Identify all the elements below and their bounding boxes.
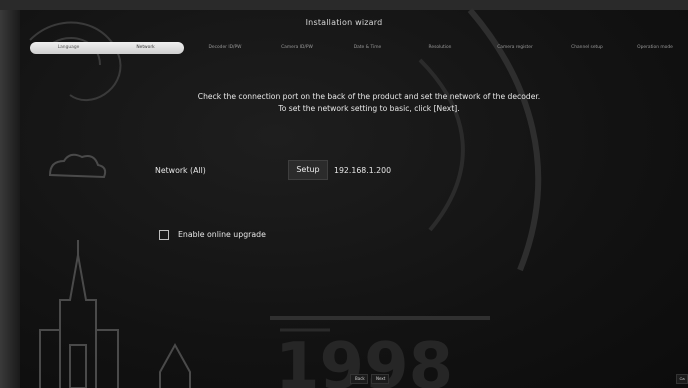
step-channel-setup[interactable]: Channel setup	[556, 42, 618, 54]
step-operation-mode[interactable]: Operation mode	[626, 42, 684, 54]
step-decoder-id-pw[interactable]: Decoder ID/PW	[190, 42, 260, 54]
instructions-line-1: Check the connection port on the back of…	[197, 92, 541, 101]
step-label: Camera ID/PW	[281, 45, 313, 50]
online-upgrade-checkbox[interactable]	[159, 230, 169, 240]
step-date-time[interactable]: Date & Time	[335, 42, 400, 54]
step-label: Channel setup	[571, 45, 603, 50]
frame-edge-top	[0, 0, 688, 10]
swirl-decoration	[29, 21, 122, 101]
network-ip-value: 192.168.1.200	[334, 166, 392, 175]
step-resolution[interactable]: Resolution	[405, 42, 475, 54]
step-label: Language	[57, 45, 80, 50]
wizard-title: Installation wizard	[305, 18, 383, 27]
network-label: Network (All)	[155, 166, 206, 175]
step-network[interactable]: Network	[107, 42, 184, 54]
online-upgrade-label[interactable]: Enable online upgrade	[178, 230, 266, 240]
installation-wizard-screen: 1998 Installation wizard Language Networ…	[0, 0, 688, 388]
instructions-line-2: To set the network setting to basic, cli…	[278, 104, 460, 113]
step-label: Camera register	[497, 45, 533, 50]
castle-decoration	[39, 240, 191, 388]
step-language[interactable]: Language	[30, 42, 107, 54]
instructions-text: Check the connection port on the back of…	[0, 91, 688, 115]
cancel-button[interactable]: Ca	[676, 374, 688, 384]
step-label: Date & Time	[353, 45, 382, 50]
step-label: Resolution	[428, 45, 452, 50]
back-button[interactable]: Back	[350, 374, 368, 384]
step-label: Decoder ID/PW	[208, 45, 242, 50]
background-watermark: 1998	[29, 8, 542, 388]
cloud-decoration	[48, 153, 107, 179]
step-label: Operation mode	[637, 45, 673, 50]
wizard-steps-bar: Language Network Decoder ID/PW Camera ID…	[30, 42, 684, 54]
step-label: Network	[136, 45, 155, 50]
frame-edge-left	[0, 0, 20, 388]
network-setup-button[interactable]: Setup	[288, 160, 328, 180]
step-camera-register[interactable]: Camera register	[480, 42, 550, 54]
step-camera-id-pw[interactable]: Camera ID/PW	[262, 42, 332, 54]
next-button[interactable]: Next	[371, 374, 389, 384]
